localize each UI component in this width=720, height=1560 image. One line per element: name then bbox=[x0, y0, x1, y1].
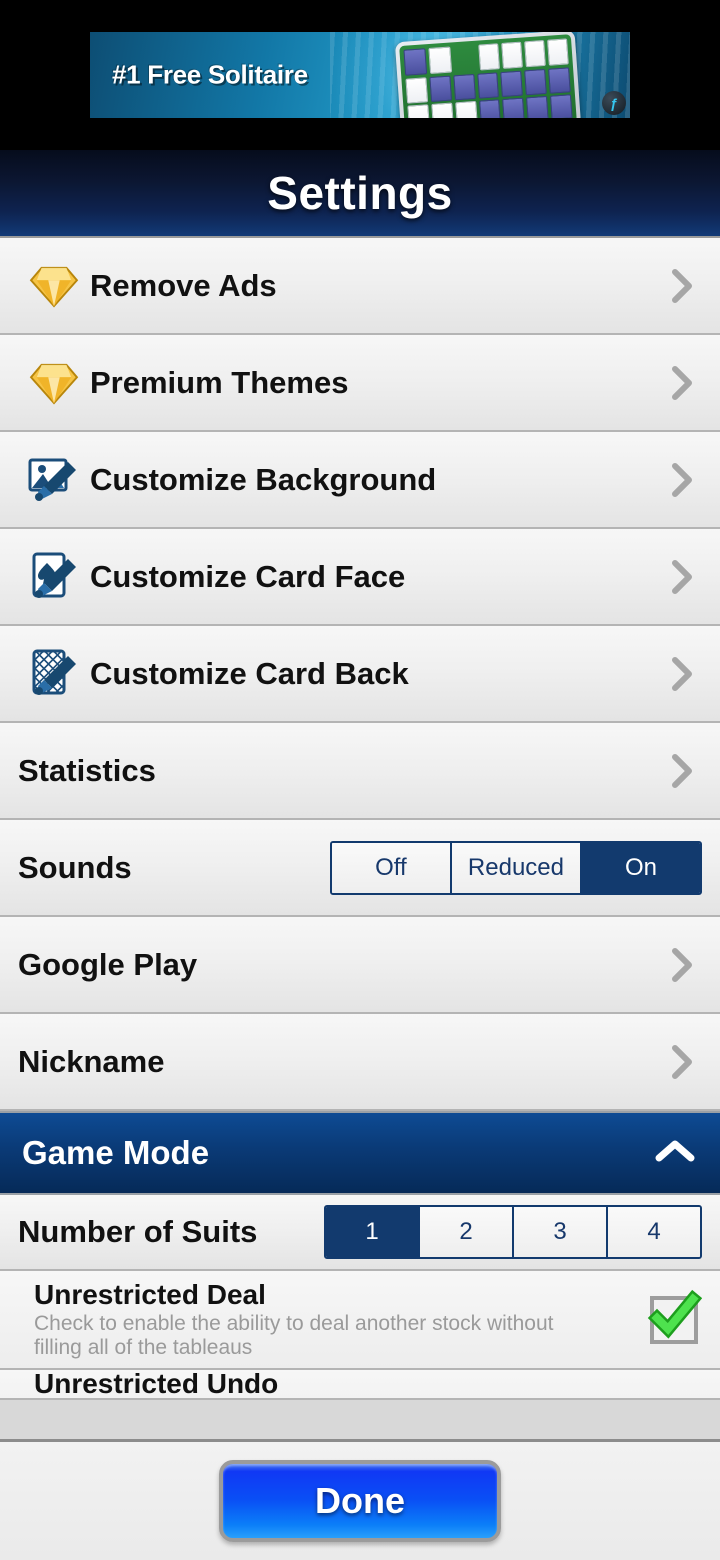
chevron-right-icon[interactable] bbox=[662, 460, 702, 500]
chevron-right-icon[interactable] bbox=[662, 654, 702, 694]
settings-row-unrestricted-deal[interactable]: Unrestricted Deal Check to enable the ab… bbox=[0, 1271, 720, 1371]
settings-row-customize-background[interactable]: Customize Background bbox=[0, 432, 720, 529]
done-button-label: Done bbox=[315, 1480, 405, 1521]
chevron-right-icon[interactable] bbox=[662, 945, 702, 985]
settings-row-remove-ads[interactable]: Remove Ads bbox=[0, 238, 720, 335]
card-face-brush-icon bbox=[18, 549, 90, 605]
unrestricted-undo-title: Unrestricted Undo bbox=[34, 1370, 279, 1400]
suits-option-2[interactable]: 2 bbox=[420, 1207, 514, 1257]
settings-row-customize-card-back[interactable]: Customize Card Back bbox=[0, 626, 720, 723]
suits-option-4[interactable]: 4 bbox=[608, 1207, 700, 1257]
bottom-bar: Done bbox=[0, 1439, 720, 1560]
suits-option-1[interactable]: 1 bbox=[326, 1207, 420, 1257]
ad-banner-container: #1 Free Solitaire ƒ bbox=[0, 0, 720, 150]
sounds-option-reduced[interactable]: Reduced bbox=[451, 842, 582, 893]
settings-row-premium-themes[interactable]: Premium Themes bbox=[0, 335, 720, 432]
card-back-brush-icon bbox=[18, 646, 90, 702]
unrestricted-deal-title: Unrestricted Deal bbox=[34, 1279, 266, 1310]
settings-row-nickname[interactable]: Nickname bbox=[0, 1014, 720, 1111]
settings-row-label: Customize Card Back bbox=[90, 655, 409, 691]
suits-option-3[interactable]: 3 bbox=[514, 1207, 608, 1257]
sounds-option-on[interactable]: On bbox=[582, 842, 700, 893]
gem-icon bbox=[18, 361, 90, 405]
settings-row-label: Customize Background bbox=[90, 461, 437, 497]
chevron-right-icon[interactable] bbox=[662, 266, 702, 306]
settings-row-label: Premium Themes bbox=[90, 364, 349, 400]
settings-row-statistics[interactable]: Statistics bbox=[0, 723, 720, 820]
settings-row-unrestricted-undo[interactable]: Unrestricted Undo bbox=[0, 1370, 720, 1401]
gem-icon bbox=[18, 264, 90, 308]
chevron-right-icon[interactable] bbox=[662, 363, 702, 403]
ad-banner[interactable]: #1 Free Solitaire ƒ bbox=[90, 32, 630, 118]
number-of-suits-segmented-control[interactable]: 1 2 3 4 bbox=[324, 1205, 702, 1259]
settings-row-customize-card-face[interactable]: Customize Card Face bbox=[0, 529, 720, 626]
chevron-right-icon[interactable] bbox=[662, 1042, 702, 1082]
advertiser-logo-icon: ƒ bbox=[602, 91, 626, 115]
settings-row-label: Nickname bbox=[18, 1043, 165, 1079]
settings-row-label: Remove Ads bbox=[90, 267, 277, 303]
settings-list[interactable]: Remove Ads Premium Themes Customize Back… bbox=[0, 238, 720, 1439]
done-button[interactable]: Done bbox=[219, 1460, 501, 1542]
chevron-right-icon[interactable] bbox=[662, 751, 702, 791]
settings-row-google-play[interactable]: Google Play bbox=[0, 917, 720, 1014]
settings-row-number-of-suits[interactable]: Number of Suits 1 2 3 4 bbox=[0, 1195, 720, 1271]
section-header-label: Game Mode bbox=[22, 1134, 210, 1171]
checkmark-icon bbox=[647, 1289, 702, 1339]
number-of-suits-label: Number of Suits bbox=[18, 1214, 258, 1249]
settings-row-label: Statistics bbox=[18, 752, 156, 788]
settings-row-label: Customize Card Face bbox=[90, 558, 406, 594]
settings-row-label: Sounds bbox=[18, 849, 132, 885]
sounds-option-off[interactable]: Off bbox=[331, 842, 452, 893]
section-header-game-mode[interactable]: Game Mode bbox=[0, 1111, 720, 1195]
title-bar: Settings bbox=[0, 150, 720, 238]
sounds-segmented-control[interactable]: Off Reduced On bbox=[329, 840, 702, 895]
chevron-right-icon[interactable] bbox=[662, 557, 702, 597]
chevron-up-icon[interactable] bbox=[652, 1136, 698, 1171]
unrestricted-deal-description: Check to enable the ability to deal anot… bbox=[34, 1312, 554, 1360]
ad-solitaire-device-image bbox=[394, 32, 582, 118]
settings-screen: #1 Free Solitaire ƒ Settings Remove Ads … bbox=[0, 0, 720, 1560]
settings-row-label: Google Play bbox=[18, 946, 198, 982]
page-title: Settings bbox=[267, 167, 453, 219]
picture-brush-icon bbox=[18, 452, 90, 508]
unrestricted-deal-checkbox[interactable] bbox=[646, 1289, 702, 1348]
ad-headline: #1 Free Solitaire bbox=[112, 59, 308, 90]
settings-row-sounds[interactable]: Sounds Off Reduced On bbox=[0, 820, 720, 917]
